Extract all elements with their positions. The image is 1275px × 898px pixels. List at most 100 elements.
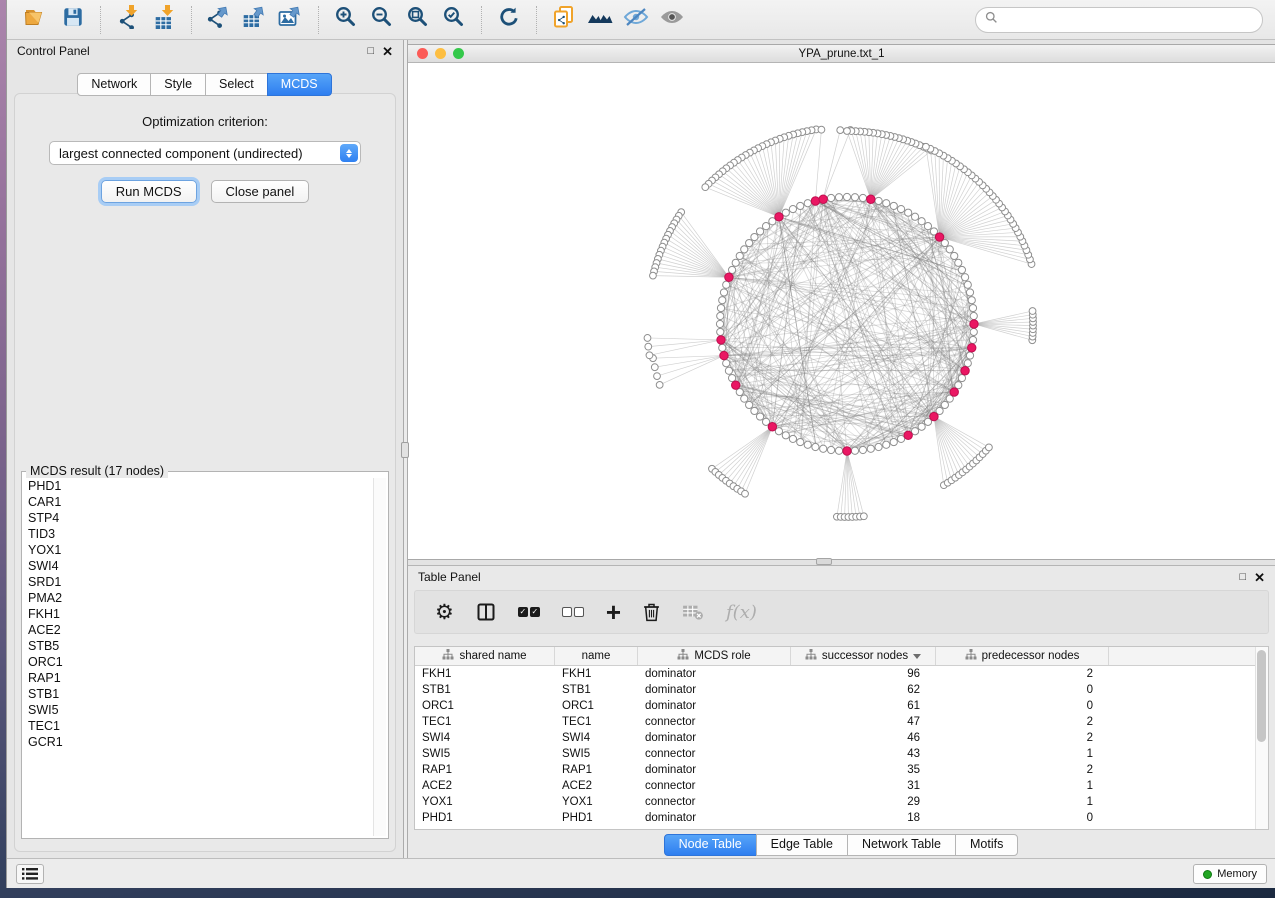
cell-shared-name[interactable]: RAP1	[415, 762, 555, 778]
cell-predecessor-nodes[interactable]: 0	[936, 698, 1109, 714]
tab-style[interactable]: Style	[150, 73, 206, 96]
cell-predecessor-nodes[interactable]: 1	[936, 794, 1109, 810]
cell-successor-nodes[interactable]: 62	[791, 682, 936, 698]
cell-shared-name[interactable]: YOX1	[415, 794, 555, 810]
mcds-result-item[interactable]: PHD1	[28, 478, 372, 494]
search-text-field[interactable]	[1003, 12, 1253, 28]
mcds-result-item[interactable]: STP4	[28, 510, 372, 526]
cell-predecessor-nodes[interactable]: 2	[936, 714, 1109, 730]
cell-name[interactable]: FKH1	[555, 666, 638, 682]
window-minimize-icon[interactable]	[435, 48, 446, 59]
tab-network[interactable]: Network	[77, 73, 151, 96]
table-row[interactable]: STB1STB1dominator620	[415, 682, 1268, 698]
table-row[interactable]: ORC1ORC1dominator610	[415, 698, 1268, 714]
mcds-result-item[interactable]: CAR1	[28, 494, 372, 510]
cell-name[interactable]: SWI4	[555, 730, 638, 746]
add-column-icon[interactable]: +	[606, 602, 621, 623]
mcds-result-item[interactable]: TEC1	[28, 718, 372, 734]
cell-predecessor-nodes[interactable]: 0	[936, 682, 1109, 698]
mcds-result-item[interactable]: GCR1	[28, 734, 372, 750]
export-table-button[interactable]	[237, 4, 273, 36]
cell-successor-nodes[interactable]: 43	[791, 746, 936, 762]
tab-select[interactable]: Select	[205, 73, 268, 96]
cell-shared-name[interactable]: TEC1	[415, 714, 555, 730]
column-header-predecessor-nodes[interactable]: predecessor nodes	[936, 647, 1109, 665]
float-table-panel-icon[interactable]: □	[1239, 572, 1246, 583]
zoom-selected-button[interactable]	[436, 4, 472, 36]
save-session-button[interactable]	[55, 4, 91, 36]
table-row[interactable]: FKH1FKH1dominator962	[415, 666, 1268, 682]
cell-predecessor-nodes[interactable]: 1	[936, 778, 1109, 794]
mcds-result-item[interactable]: STB1	[28, 686, 372, 702]
refresh-button[interactable]	[491, 4, 527, 36]
cell-predecessor-nodes[interactable]: 2	[936, 666, 1109, 682]
zoom-fit-button[interactable]	[400, 4, 436, 36]
cell-successor-nodes[interactable]: 29	[791, 794, 936, 810]
cell-predecessor-nodes[interactable]: 1	[936, 746, 1109, 762]
cell-predecessor-nodes[interactable]: 2	[936, 730, 1109, 746]
memory-button[interactable]: Memory	[1193, 864, 1267, 884]
cell-successor-nodes[interactable]: 18	[791, 810, 936, 826]
mcds-result-item[interactable]: PMA2	[28, 590, 372, 606]
float-panel-icon[interactable]: □	[367, 46, 374, 57]
zoom-out-button[interactable]	[364, 4, 400, 36]
close-table-panel-icon[interactable]: ✕	[1254, 571, 1265, 584]
search-input[interactable]	[975, 7, 1263, 33]
cell-successor-nodes[interactable]: 61	[791, 698, 936, 714]
open-file-button[interactable]	[19, 4, 55, 36]
import-network-button[interactable]	[110, 4, 146, 36]
cell-successor-nodes[interactable]: 47	[791, 714, 936, 730]
cell-name[interactable]: STB1	[555, 682, 638, 698]
cell-shared-name[interactable]: STB1	[415, 682, 555, 698]
show-all-button[interactable]	[654, 4, 690, 36]
cell-MCDS-role[interactable]: dominator	[638, 810, 791, 826]
mcds-result-item[interactable]: YOX1	[28, 542, 372, 558]
cell-shared-name[interactable]: SWI4	[415, 730, 555, 746]
cell-MCDS-role[interactable]: connector	[638, 746, 791, 762]
cell-name[interactable]: TEC1	[555, 714, 638, 730]
split-columns-icon[interactable]	[476, 602, 496, 622]
tab-node-table[interactable]: Node Table	[664, 834, 757, 856]
table-row[interactable]: SWI5SWI5connector431	[415, 746, 1268, 762]
select-all-check-icon[interactable]: ✓✓	[518, 607, 540, 617]
cell-name[interactable]: ACE2	[555, 778, 638, 794]
tab-mcds[interactable]: MCDS	[267, 73, 332, 96]
network-canvas[interactable]	[408, 64, 1275, 559]
column-header-MCDS-role[interactable]: MCDS role	[638, 647, 791, 665]
vertical-splitter-handle[interactable]	[401, 442, 409, 458]
cell-predecessor-nodes[interactable]: 0	[936, 810, 1109, 826]
tab-network-table[interactable]: Network Table	[847, 834, 956, 856]
table-row[interactable]: SWI4SWI4dominator462	[415, 730, 1268, 746]
run-mcds-button[interactable]: Run MCDS	[101, 180, 197, 203]
mcds-result-item[interactable]: ACE2	[28, 622, 372, 638]
cell-shared-name[interactable]: ACE2	[415, 778, 555, 794]
cell-MCDS-role[interactable]: connector	[638, 778, 791, 794]
gear-icon[interactable]: ⚙	[435, 602, 454, 623]
table-scrollbar-thumb[interactable]	[1257, 650, 1266, 742]
cell-MCDS-role[interactable]: dominator	[638, 682, 791, 698]
mcds-result-item[interactable]: FKH1	[28, 606, 372, 622]
horizontal-splitter-handle[interactable]	[816, 558, 832, 565]
zoom-in-button[interactable]	[328, 4, 364, 36]
mcds-result-list[interactable]: PHD1CAR1STP4TID3YOX1SWI4SRD1PMA2FKH1ACE2…	[24, 478, 372, 836]
mcds-result-item[interactable]: SRD1	[28, 574, 372, 590]
cell-shared-name[interactable]: SWI5	[415, 746, 555, 762]
first-neighbors-button[interactable]	[582, 4, 618, 36]
panel-selector-button[interactable]	[16, 864, 44, 884]
table-scrollbar[interactable]	[1255, 647, 1268, 829]
network-graph[interactable]	[408, 64, 1275, 559]
cell-name[interactable]: RAP1	[555, 762, 638, 778]
mcds-result-item[interactable]: TID3	[28, 526, 372, 542]
cell-name[interactable]: SWI5	[555, 746, 638, 762]
cell-name[interactable]: YOX1	[555, 794, 638, 810]
cell-MCDS-role[interactable]: dominator	[638, 762, 791, 778]
mcds-result-item[interactable]: STB5	[28, 638, 372, 654]
close-panel-icon[interactable]: ✕	[382, 45, 393, 58]
tab-edge-table[interactable]: Edge Table	[756, 834, 848, 856]
cell-MCDS-role[interactable]: dominator	[638, 666, 791, 682]
column-header-name[interactable]: name	[555, 647, 638, 665]
tab-motifs[interactable]: Motifs	[955, 834, 1018, 856]
cell-name[interactable]: PHD1	[555, 810, 638, 826]
cell-MCDS-role[interactable]: dominator	[638, 730, 791, 746]
deselect-all-icon[interactable]	[562, 607, 584, 617]
